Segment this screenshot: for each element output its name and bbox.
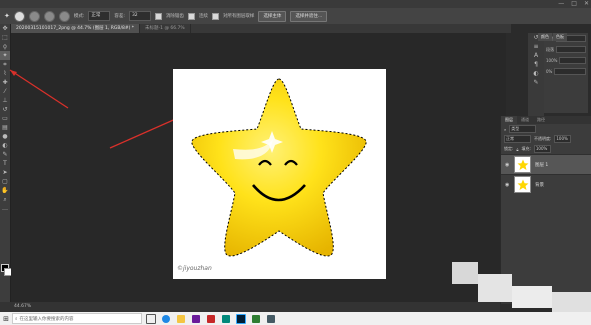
windows-start-icon[interactable]: ⊞ <box>0 312 12 325</box>
zoom-level[interactable]: 44.67% <box>14 304 31 309</box>
row-field-3[interactable] <box>554 68 586 75</box>
tab-color[interactable]: 颜色 <box>538 33 552 41</box>
blend-mode-select[interactable]: 正常 <box>504 135 531 143</box>
character-panel-icon[interactable]: A <box>528 51 544 60</box>
row-field-2[interactable] <box>559 57 586 64</box>
properties-panel-icon[interactable]: ≡ <box>528 42 544 51</box>
fill-label: 填充: <box>521 146 531 151</box>
blur-patch <box>452 262 478 284</box>
row-label-3: 0% <box>546 69 553 74</box>
panel-row: 0% <box>544 66 588 77</box>
tab-layers[interactable]: 图层 <box>501 116 517 124</box>
kind-filter-select[interactable]: 类型 <box>509 125 537 133</box>
arrow-to-tool <box>9 69 69 109</box>
visibility-eye-icon[interactable]: ◉ <box>505 182 510 188</box>
search-icon[interactable]: ⌕ <box>504 127 506 132</box>
layers-panel: 图层 通道 路径 ⌕ 类型 正常 不透明度: 100% 锁定: 🔒︎ 填充: 1… <box>500 116 591 304</box>
blend-row: 正常 不透明度: 100% <box>501 134 591 144</box>
photoshop-icon[interactable] <box>235 313 247 324</box>
status-bar: 44.67% <box>0 302 500 312</box>
document-canvas[interactable]: ©jiyouzhan <box>173 69 386 279</box>
layers-panel-tabs: 图层 通道 路径 <box>501 116 591 124</box>
tab-paths[interactable]: 路径 <box>533 116 549 124</box>
layer-filter-row: ⌕ 类型 <box>501 124 591 134</box>
star-image <box>191 78 367 257</box>
lock-row: 锁定: 🔒︎ 填充: 100% <box>501 144 591 154</box>
search-placeholder: 在这里输入你要搜索的内容 <box>19 316 74 322</box>
row-label-1: 段落 <box>546 46 554 52</box>
star-shape <box>191 78 367 257</box>
lock-label: 锁定: <box>504 146 514 151</box>
search-icon: ⌕ <box>15 316 18 322</box>
app-icon-4[interactable] <box>250 313 262 324</box>
panel-row: 段落 <box>544 44 588 55</box>
app-icon-5[interactable] <box>265 313 277 324</box>
layer-name: 背景 <box>535 182 544 188</box>
layer-item-background[interactable]: ◉ 背景 <box>501 174 591 194</box>
task-view-icon[interactable] <box>145 313 157 324</box>
adjust-panel-icon[interactable]: ◐ <box>528 69 544 78</box>
layer-thumbnail <box>514 176 531 193</box>
opacity-input[interactable]: 100% <box>554 135 572 143</box>
arrowhead-tool <box>10 70 17 76</box>
watermark-text: ©jiyouzhan <box>177 265 212 272</box>
file-explorer-icon[interactable] <box>175 313 187 324</box>
row-field-1[interactable] <box>556 46 586 53</box>
character-panel: 字符 段落 100% 0% <box>544 33 588 113</box>
tab-swatches[interactable]: 色板 <box>553 33 567 41</box>
blur-patch <box>552 292 591 314</box>
layer-thumbnail <box>514 156 531 173</box>
lock-icon[interactable]: 🔒︎ <box>516 147 518 152</box>
color-panel-tabs: 颜色 色板 <box>538 33 568 41</box>
brush-panel-icon[interactable]: ✎ <box>528 78 544 87</box>
paragraph-panel-icon[interactable]: ¶ <box>528 60 544 69</box>
opacity-label: 不透明度: <box>534 136 552 141</box>
blur-patch <box>512 286 552 308</box>
layer-name: 图层 1 <box>535 162 549 168</box>
tab-channels[interactable]: 通道 <box>517 116 533 124</box>
app-icon-1[interactable] <box>190 313 202 324</box>
visibility-eye-icon[interactable]: ◉ <box>505 162 510 168</box>
app-icon-3[interactable] <box>220 313 232 324</box>
layer-item-layer1[interactable]: ◉ 图层 1 <box>501 154 591 174</box>
blur-patch <box>478 274 512 302</box>
windows-taskbar: ⊞ ⌕ 在这里输入你要搜索的内容 <box>0 312 591 325</box>
fill-input[interactable]: 100% <box>533 145 551 153</box>
row-label-2: 100% <box>546 58 558 63</box>
app-icon-2[interactable] <box>205 313 217 324</box>
taskbar-search-input[interactable]: ⌕ 在这里输入你要搜索的内容 <box>12 313 142 324</box>
edge-icon[interactable] <box>160 313 172 324</box>
panel-row: 100% <box>544 55 588 66</box>
